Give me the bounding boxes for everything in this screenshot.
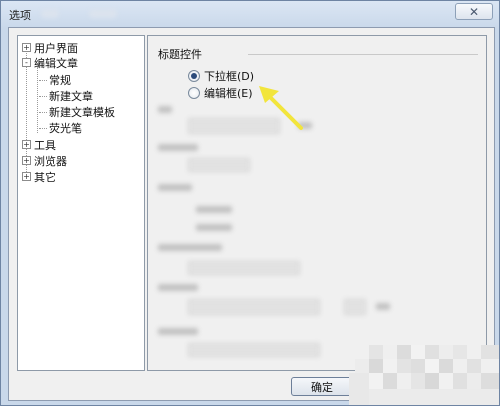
tree-item-general[interactable]: 常规: [49, 72, 71, 87]
tree-item-label: 常规: [49, 73, 71, 87]
obscured-label: [376, 303, 390, 310]
close-button[interactable]: ✕: [455, 3, 493, 20]
obscured-field: [188, 299, 320, 315]
window-title: 选项: [9, 9, 31, 22]
title-obscured-text: [41, 9, 59, 18]
tree-expander-icon[interactable]: +: [22, 140, 31, 149]
settings-panel: 标题控件 下拉框(D) 编辑框(E): [147, 35, 487, 371]
tree-item-label: 用户界面: [34, 41, 78, 55]
tree-item-label: 新建文章: [49, 89, 93, 103]
watermark-pattern: [349, 345, 499, 405]
tree-item-label: 编辑文章: [34, 56, 78, 70]
annotation-arrow-icon: [259, 86, 303, 130]
tree-guide-line: [39, 112, 47, 113]
obscured-label: [158, 144, 198, 151]
tree-item-label: 新建文章模板: [49, 105, 115, 119]
close-icon: ✕: [468, 4, 480, 19]
obscured-field: [188, 343, 320, 357]
tree-expander-icon[interactable]: +: [22, 43, 31, 52]
radio-unselected-icon[interactable]: [188, 87, 200, 99]
tree-guide-line: [39, 128, 47, 129]
obscured-label: [158, 184, 192, 191]
ok-button[interactable]: 确定: [291, 377, 353, 396]
title-obscured-text: [89, 9, 117, 18]
radio-dropdown[interactable]: 下拉框(D): [188, 68, 254, 84]
radio-label: 编辑框(E): [204, 87, 253, 100]
obscured-label: [158, 284, 198, 291]
tree-guide-line: [39, 96, 47, 97]
tree-item-label: 浏览器: [34, 154, 67, 168]
tree-expander-icon[interactable]: -: [22, 58, 31, 67]
radio-edit-box[interactable]: 编辑框(E): [188, 85, 253, 101]
radio-selected-icon[interactable]: [188, 70, 200, 82]
tree-item-label: 工具: [34, 138, 56, 152]
obscured-field: [188, 261, 300, 275]
title-bar: 选项 ✕: [1, 1, 499, 27]
tree-item-browser[interactable]: + 浏览器: [22, 153, 67, 168]
tree-item-label: 荧光笔: [49, 121, 82, 135]
group-title: 标题控件: [158, 48, 202, 61]
group-divider: [248, 54, 478, 55]
tree-item-tools[interactable]: + 工具: [22, 137, 56, 152]
tree-guide-line: [37, 63, 38, 133]
tree-item-highlighter[interactable]: 荧光笔: [49, 120, 82, 135]
obscured-label: [196, 224, 232, 231]
tree-guide-line: [39, 80, 47, 81]
arrow-shaft: [264, 91, 303, 130]
tree-item-user-interface[interactable]: + 用户界面: [22, 40, 78, 55]
tree-item-label: 其它: [34, 170, 56, 184]
options-dialog: 选项 ✕ + 用户界面 - 编辑文章 常规 新建文章 新建文章模板 荧光笔 + …: [0, 0, 500, 406]
tree-item-other[interactable]: + 其它: [22, 169, 56, 184]
obscured-label: [158, 106, 172, 113]
tree-expander-icon[interactable]: +: [22, 172, 31, 181]
radio-label: 下拉框(D): [204, 70, 255, 83]
obscured-field: [188, 158, 250, 172]
category-tree[interactable]: + 用户界面 - 编辑文章 常规 新建文章 新建文章模板 荧光笔 + 工具 + …: [17, 35, 145, 371]
tree-item-new-article-template[interactable]: 新建文章模板: [49, 104, 115, 119]
tree-item-new-article[interactable]: 新建文章: [49, 88, 93, 103]
obscured-label: [158, 328, 198, 335]
obscured-field: [344, 299, 366, 315]
tree-expander-icon[interactable]: +: [22, 156, 31, 165]
tree-item-edit-article[interactable]: - 编辑文章: [22, 55, 78, 70]
obscured-label: [196, 206, 232, 213]
obscured-label: [158, 244, 222, 251]
